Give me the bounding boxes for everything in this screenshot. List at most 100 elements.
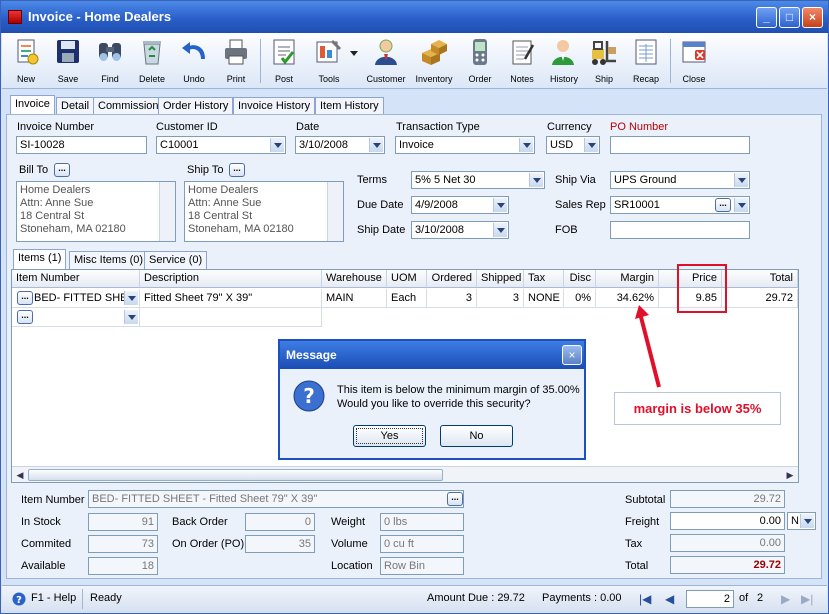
- tab-detail[interactable]: Detail: [56, 97, 95, 115]
- history-button[interactable]: History: [544, 35, 584, 87]
- page-field[interactable]: 2: [686, 590, 734, 608]
- terms-select[interactable]: 5% 5 Net 30: [411, 171, 545, 189]
- order-button[interactable]: Order: [460, 35, 500, 87]
- scrollbar-thumb[interactable]: [28, 469, 443, 481]
- freight-method-select[interactable]: N: [787, 512, 816, 530]
- scroll-left-icon[interactable]: ◀: [14, 469, 26, 481]
- col-description[interactable]: Description: [140, 270, 322, 288]
- col-shipped[interactable]: Shipped: [477, 270, 524, 288]
- ship-via-select[interactable]: UPS Ground: [610, 171, 750, 189]
- col-margin[interactable]: Margin: [596, 270, 659, 288]
- yes-button[interactable]: Yes: [353, 425, 426, 447]
- ship-button[interactable]: Ship: [586, 35, 622, 87]
- tools-dropdown-chevron-icon[interactable]: [350, 51, 358, 56]
- item-number-lookup-button[interactable]: ...: [447, 492, 463, 506]
- inventory-button[interactable]: Inventory: [410, 35, 458, 87]
- delete-button[interactable]: Delete: [132, 35, 172, 87]
- first-record-icon[interactable]: |◀: [639, 592, 651, 606]
- chevron-down-icon[interactable]: [124, 291, 138, 305]
- tab-items[interactable]: Items (1): [13, 249, 67, 269]
- customer-id-select[interactable]: C10001: [156, 136, 286, 154]
- help-text[interactable]: F1 - Help: [31, 592, 76, 604]
- transaction-type-select[interactable]: Invoice: [395, 136, 535, 154]
- item-lookup-button[interactable]: ...: [17, 310, 33, 324]
- col-item-number[interactable]: Item Number: [12, 270, 140, 288]
- tab-service[interactable]: Service (0): [144, 251, 208, 269]
- cell-total[interactable]: 29.72: [722, 289, 798, 308]
- item-dropdown[interactable]: [123, 310, 139, 325]
- notepad-icon: [512, 40, 535, 65]
- grid-horizontal-scrollbar[interactable]: ◀ ▶: [12, 466, 798, 482]
- bill-to-scrollbar[interactable]: [159, 182, 175, 241]
- col-uom[interactable]: UOM: [387, 270, 427, 288]
- post-button[interactable]: Post: [264, 35, 304, 87]
- col-disc[interactable]: Disc: [564, 270, 596, 288]
- chevron-down-icon[interactable]: [734, 173, 748, 187]
- cell-disc[interactable]: 0%: [564, 289, 596, 308]
- cell-description-new[interactable]: [140, 308, 322, 327]
- ship-to-scrollbar[interactable]: [327, 182, 343, 241]
- tab-invoice-history[interactable]: Invoice History: [233, 97, 316, 115]
- po-number-field[interactable]: [610, 136, 750, 154]
- ship-to-address[interactable]: Home Dealers Attn: Anne Sue 18 Central S…: [184, 181, 344, 242]
- undo-button[interactable]: Undo: [174, 35, 214, 87]
- close-window-button[interactable]: ×: [802, 7, 823, 28]
- bill-to-lookup-button[interactable]: ...: [54, 163, 70, 177]
- chevron-down-icon[interactable]: [519, 138, 533, 152]
- save-button[interactable]: Save: [48, 35, 88, 87]
- tab-commission[interactable]: Commission: [93, 97, 164, 115]
- no-button[interactable]: No: [440, 425, 513, 447]
- ship-to-lookup-button[interactable]: ...: [229, 163, 245, 177]
- chevron-down-icon[interactable]: [124, 310, 138, 324]
- scroll-right-icon[interactable]: ▶: [784, 469, 796, 481]
- maximize-button[interactable]: □: [779, 7, 800, 28]
- print-button[interactable]: Print: [216, 35, 256, 87]
- dialog-close-button[interactable]: ×: [562, 345, 582, 365]
- recap-button[interactable]: Recap: [626, 35, 666, 87]
- chevron-down-icon[interactable]: [800, 514, 814, 528]
- cell-tax[interactable]: NONE: [524, 289, 564, 308]
- cell-uom[interactable]: Each: [387, 289, 427, 308]
- last-record-icon[interactable]: ▶|: [801, 592, 813, 606]
- find-button[interactable]: Find: [90, 35, 130, 87]
- previous-record-icon[interactable]: ◀: [665, 592, 674, 606]
- cell-warehouse[interactable]: MAIN: [322, 289, 387, 308]
- tax-label: Tax: [625, 538, 643, 550]
- tools-button[interactable]: Tools: [306, 35, 352, 87]
- chevron-down-icon[interactable]: [529, 173, 543, 187]
- currency-select[interactable]: USD: [546, 136, 600, 154]
- cell-description[interactable]: Fitted Sheet 79" X 39": [140, 289, 322, 308]
- cell-shipped[interactable]: 3: [477, 289, 524, 308]
- tab-item-history[interactable]: Item History: [315, 97, 384, 115]
- sales-rep-lookup-button[interactable]: ...: [715, 198, 731, 212]
- ship-date-field[interactable]: 3/10/2008: [411, 221, 509, 239]
- tab-misc-items[interactable]: Misc Items (0): [69, 251, 149, 269]
- fob-field[interactable]: [610, 221, 750, 239]
- invoice-number-field[interactable]: SI-10028: [16, 136, 147, 154]
- next-record-icon[interactable]: ▶: [781, 592, 790, 606]
- item-lookup-button[interactable]: ...: [17, 291, 33, 305]
- notes-button[interactable]: Notes: [502, 35, 542, 87]
- col-total[interactable]: Total: [722, 270, 798, 288]
- tab-invoice[interactable]: Invoice: [10, 95, 55, 115]
- freight-field[interactable]: 0.00: [670, 512, 785, 530]
- tab-order-history[interactable]: Order History: [158, 97, 234, 115]
- chevron-down-icon[interactable]: [493, 223, 507, 237]
- col-warehouse[interactable]: Warehouse: [322, 270, 387, 288]
- item-dropdown[interactable]: [123, 291, 139, 306]
- col-ordered[interactable]: Ordered: [427, 270, 477, 288]
- close-button[interactable]: Close: [674, 35, 714, 87]
- cell-ordered[interactable]: 3: [427, 289, 477, 308]
- col-tax[interactable]: Tax: [524, 270, 564, 288]
- minimize-button[interactable]: _: [756, 7, 777, 28]
- due-date-field[interactable]: 4/9/2008: [411, 196, 509, 214]
- chevron-down-icon[interactable]: [584, 138, 598, 152]
- bill-to-address[interactable]: Home Dealers Attn: Anne Sue 18 Central S…: [16, 181, 176, 242]
- chevron-down-icon[interactable]: [270, 138, 284, 152]
- new-button[interactable]: New: [6, 35, 46, 87]
- chevron-down-icon[interactable]: [493, 198, 507, 212]
- chevron-down-icon[interactable]: [369, 138, 383, 152]
- customer-button[interactable]: Customer: [364, 35, 408, 87]
- chevron-down-icon[interactable]: [734, 198, 748, 212]
- date-field[interactable]: 3/10/2008: [295, 136, 385, 154]
